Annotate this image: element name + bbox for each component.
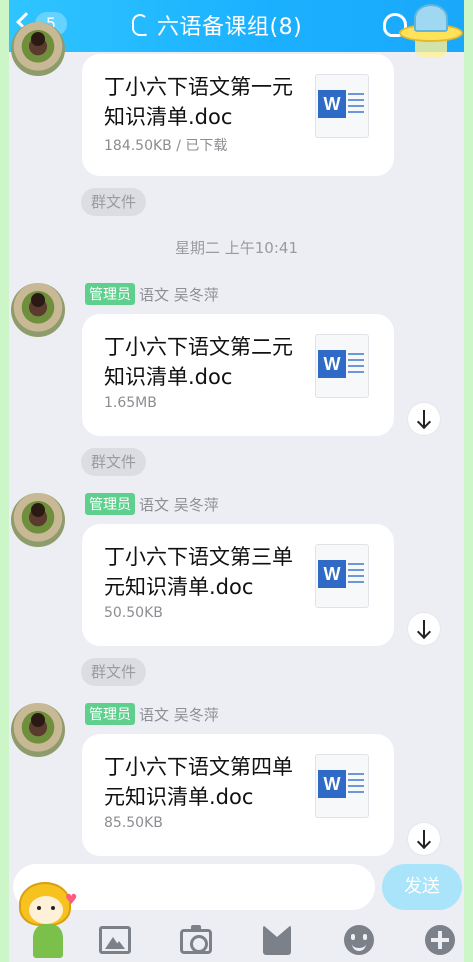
mascot-decoration-icon: ♥ xyxy=(15,882,81,962)
file-size: 1.65MB xyxy=(104,395,157,411)
avatar[interactable] xyxy=(11,283,65,337)
file-name: 丁小六下语文第三单元知识清单.doc xyxy=(104,545,293,599)
ufo-decoration-icon xyxy=(397,2,464,60)
file-message[interactable]: 丁小六下语文第一元知识清单.doc 184.50KB / 已下载 W xyxy=(82,54,394,176)
download-icon[interactable] xyxy=(408,613,440,645)
avatar[interactable] xyxy=(11,493,65,547)
earpiece-mode-icon xyxy=(131,13,148,37)
sender-name[interactable]: 语文 吴冬萍 xyxy=(139,704,219,725)
word-doc-icon: W xyxy=(315,544,369,608)
file-size: 184.50KB / 已下载 xyxy=(104,138,228,154)
group-file-label: 群文件 xyxy=(81,188,147,216)
message-timestamp: 星期二 上午10:41 xyxy=(175,239,298,257)
avatar[interactable] xyxy=(11,703,65,757)
chat-screen: 5 六语备课组(8) 丁小六下语文第一元知识清单.doc 184.50KB / … xyxy=(9,0,464,962)
sender-line: 管理员 语文 吴冬萍 xyxy=(85,703,219,725)
emoji-icon[interactable] xyxy=(344,925,374,955)
group-file-label: 群文件 xyxy=(81,448,147,476)
sender-name[interactable]: 语文 吴冬萍 xyxy=(139,494,219,515)
chat-title: 六语备课组(8) xyxy=(157,15,303,40)
camera-icon[interactable] xyxy=(180,925,212,954)
admin-badge: 管理员 xyxy=(85,283,135,305)
admin-badge: 管理员 xyxy=(85,703,135,725)
download-icon[interactable] xyxy=(408,823,440,855)
plus-icon[interactable] xyxy=(425,925,455,955)
avatar[interactable] xyxy=(11,22,65,76)
download-icon[interactable] xyxy=(408,403,440,435)
file-message[interactable]: 丁小六下语文第四单元知识清单.doc 85.50KB W xyxy=(82,734,394,856)
word-doc-icon: W xyxy=(315,754,369,818)
file-size: 50.50KB xyxy=(104,605,163,621)
sender-line: 管理员 语文 吴冬萍 xyxy=(85,493,219,515)
file-size: 85.50KB xyxy=(104,815,163,831)
file-name: 丁小六下语文第二元知识清单.doc xyxy=(104,335,293,389)
sender-line: 管理员 语文 吴冬萍 xyxy=(85,283,219,305)
file-name: 丁小六下语文第一元知识清单.doc xyxy=(104,75,293,129)
group-file-label: 群文件 xyxy=(81,658,147,686)
word-doc-icon: W xyxy=(315,74,369,138)
chat-title-area[interactable]: 六语备课组(8) xyxy=(131,10,302,40)
word-doc-icon: W xyxy=(315,334,369,398)
admin-badge: 管理员 xyxy=(85,493,135,515)
file-message[interactable]: 丁小六下语文第三单元知识清单.doc 50.50KB W xyxy=(82,524,394,646)
sender-name[interactable]: 语文 吴冬萍 xyxy=(139,284,219,305)
input-area: 发送 ♥ xyxy=(9,856,464,962)
image-icon[interactable] xyxy=(99,926,131,954)
file-name: 丁小六下语文第四单元知识清单.doc xyxy=(104,755,293,809)
red-packet-icon[interactable] xyxy=(263,925,291,955)
chat-header: 5 六语备课组(8) xyxy=(9,0,464,52)
file-message[interactable]: 丁小六下语文第二元知识清单.doc 1.65MB W xyxy=(82,314,394,436)
send-button[interactable]: 发送 xyxy=(382,864,462,910)
